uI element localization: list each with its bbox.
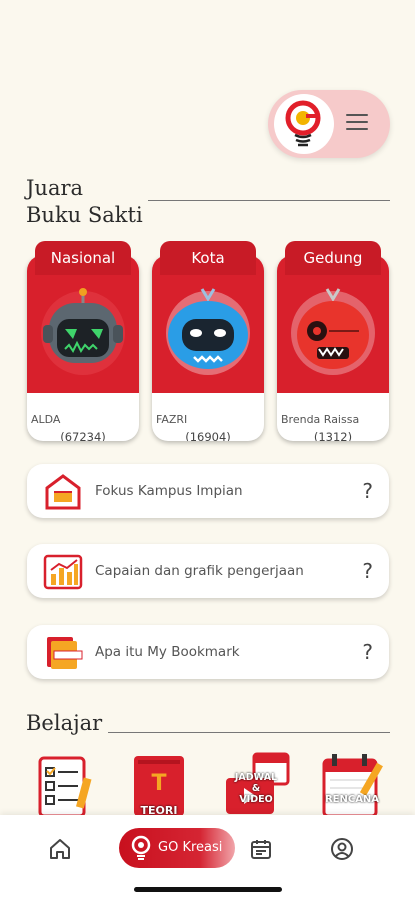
home-indicator	[134, 887, 282, 892]
row-label: Capaian dan grafik pengerjaan	[95, 563, 304, 579]
profile-icon[interactable]	[330, 837, 354, 861]
row-my-bookmark[interactable]: Apa itu My Bookmark ?	[27, 625, 389, 679]
header-pill	[268, 90, 390, 158]
go-kreasi-button[interactable]: GO Kreasi	[119, 828, 235, 868]
help-icon[interactable]: ?	[362, 544, 373, 598]
winner-name: ALDA	[31, 413, 61, 426]
dark-robot-avatar-icon	[41, 288, 125, 375]
winner-name: FAZRI	[156, 413, 188, 426]
hamburger-menu-icon[interactable]	[346, 114, 368, 134]
row-fokus-kampus-impian[interactable]: Fokus Kampus Impian ?	[27, 464, 389, 518]
rencana-calendar-icon	[322, 754, 383, 818]
campus-icon	[45, 474, 81, 510]
bookmark-icon	[47, 637, 83, 669]
row-label: Fokus Kampus Impian	[95, 483, 243, 499]
section-title-juara: Juara Buku Sakti	[26, 176, 143, 227]
section-title-belajar: Belajar	[26, 711, 103, 735]
divider	[108, 732, 390, 733]
card-tab-label: Gedung	[285, 241, 381, 275]
leaderboard-card-kota[interactable]: FAZRI (16904) Kota	[152, 241, 264, 441]
red-robot-avatar-icon	[291, 288, 375, 375]
blue-robot-avatar-icon	[166, 288, 250, 375]
card-tab-label: Nasional	[35, 241, 131, 275]
chart-icon	[43, 554, 83, 590]
go-kreasi-logo[interactable]	[274, 94, 334, 154]
svg-text:T: T	[151, 771, 166, 796]
belajar-teori-item[interactable]: T TEORI	[128, 752, 198, 817]
row-capaian-grafik[interactable]: Capaian dan grafik pengerjaan ?	[27, 544, 389, 598]
card-tab-label: Kota	[160, 241, 256, 275]
checklist-icon	[38, 756, 92, 818]
leaderboard-card-nasional[interactable]: ALDA (67234) Nasional	[27, 241, 139, 441]
rencana-label: RENCANA	[324, 794, 380, 805]
help-icon[interactable]: ?	[362, 464, 373, 518]
belajar-checklist-item[interactable]	[36, 752, 106, 818]
calendar-icon[interactable]	[249, 837, 273, 861]
home-icon[interactable]	[48, 837, 72, 861]
winner-score: (1312)	[313, 430, 353, 441]
go-kreasi-icon	[131, 835, 151, 860]
divider	[148, 200, 390, 201]
winner-name: Brenda Raissa	[281, 413, 360, 426]
winner-score: (67234)	[60, 430, 106, 441]
winner-score: (16904)	[185, 430, 231, 441]
jadwal-video-label: JADWAL & VIDEO	[234, 772, 278, 805]
help-icon[interactable]: ?	[362, 625, 373, 679]
belajar-rencana-item[interactable]: RENCANA	[318, 752, 388, 818]
go-kreasi-label: GO Kreasi	[158, 840, 223, 855]
belajar-jadwal-video-item[interactable]: JADWAL & VIDEO	[220, 752, 290, 816]
row-label: Apa itu My Bookmark	[95, 644, 240, 660]
leaderboard-card-gedung[interactable]: Brenda Raissa (1312) Gedung	[277, 241, 389, 441]
